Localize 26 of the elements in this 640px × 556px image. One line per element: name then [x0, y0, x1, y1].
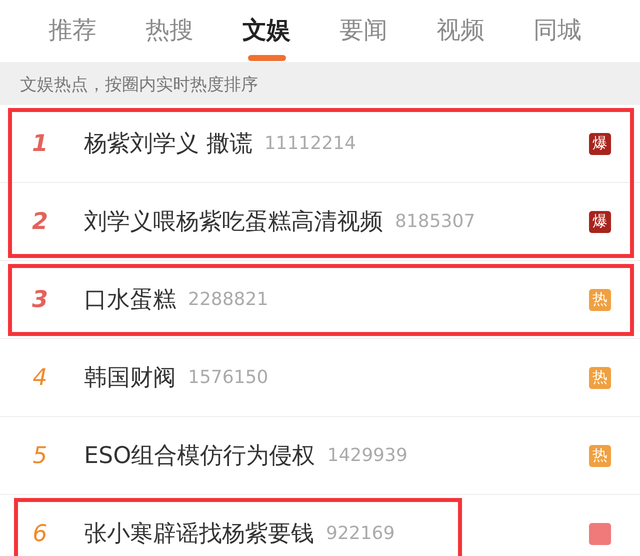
status-badge: 爆 — [589, 210, 611, 232]
rank-number: 5 — [32, 442, 48, 468]
topic-link[interactable]: 杨紫刘学义 撒谎 — [84, 128, 252, 159]
rank-number: 3 — [30, 286, 49, 312]
rank-number: 1 — [30, 130, 49, 156]
heat-count: 922169 — [326, 523, 395, 544]
rank-number: 2 — [30, 208, 49, 234]
section-caption: 文娱热点，按圈内实时热度排序 — [19, 74, 258, 96]
status-badge — [589, 522, 611, 544]
status-badge: 热 — [589, 288, 611, 310]
heat-count: 11112214 — [264, 133, 356, 154]
rank-number: 6 — [32, 520, 48, 546]
heat-count: 1576150 — [188, 367, 268, 388]
status-badge: 热 — [589, 366, 611, 388]
status-badge: 爆 — [589, 132, 611, 154]
topic-link[interactable]: ESO组合模仿行为侵权 — [84, 440, 316, 471]
heat-count: 1429939 — [327, 445, 408, 466]
heat-count: 2288821 — [188, 289, 268, 310]
tab[interactable]: 文娱 — [218, 0, 315, 62]
status-badge: 热 — [589, 444, 611, 466]
heat-count: 8185307 — [395, 211, 476, 232]
topic-link[interactable]: 韩国财阀 — [84, 362, 176, 393]
topic-link[interactable]: 口水蛋糕 — [84, 284, 176, 315]
topic-link[interactable]: 刘学义喂杨紫吃蛋糕高清视频 — [84, 206, 383, 237]
rank-number: 4 — [32, 364, 48, 390]
topic-link[interactable]: 张小寒辟谣找杨紫要钱 — [84, 518, 314, 549]
